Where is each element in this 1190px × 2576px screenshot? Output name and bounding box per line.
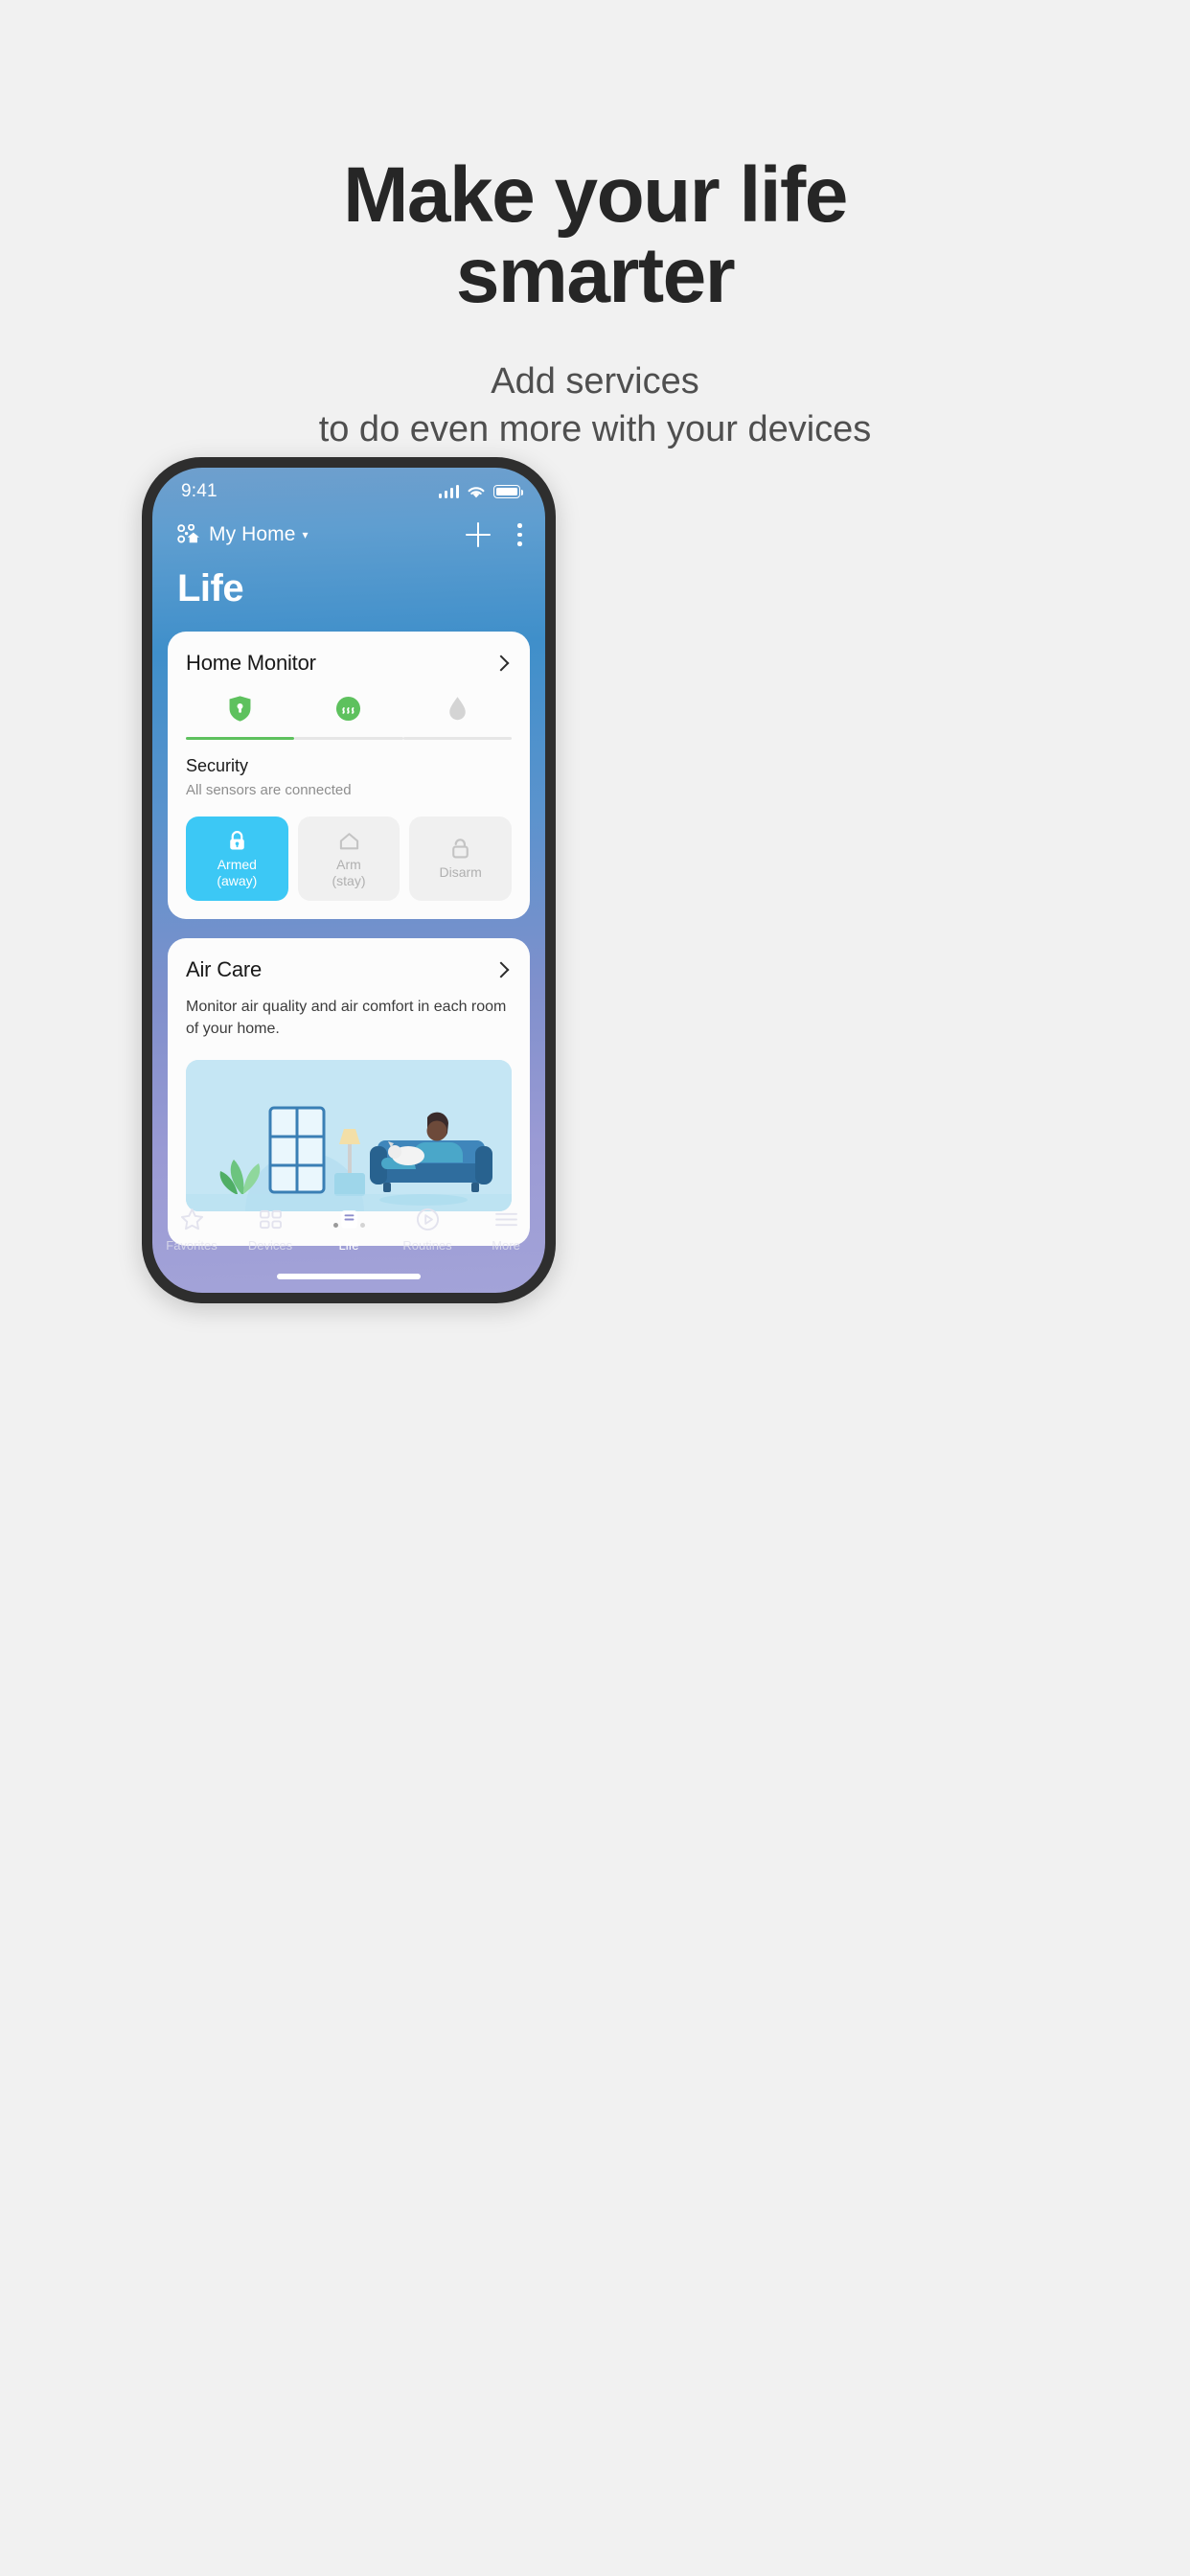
chevron-right-icon[interactable]: [492, 655, 510, 672]
promo-subtitle-line-1: Add services: [491, 361, 699, 402]
nav-label-life: Life: [338, 1238, 359, 1253]
arm-stay-button[interactable]: Arm (stay): [297, 816, 400, 901]
nav-label-routines: Routines: [402, 1238, 452, 1253]
nav-item-life[interactable]: Life: [309, 1207, 388, 1253]
life-document-icon: [338, 1207, 360, 1231]
promo-header: Make your life smarter Add services to d…: [0, 0, 1190, 454]
tab-underline-security: [186, 737, 295, 740]
home-indicator-bar: [277, 1274, 421, 1279]
green-smoke-detector-icon: [335, 693, 361, 724]
tab-underline-smoke: [294, 737, 403, 740]
green-shield-keyhole-icon: [228, 693, 252, 724]
nav-item-favorites[interactable]: Favorites: [152, 1207, 231, 1253]
promo-subtitle: Add services to do even more with your d…: [0, 357, 1190, 453]
status-bar-time: 9:41: [181, 481, 217, 501]
chevron-down-icon[interactable]: ▾: [303, 528, 309, 541]
arm-stay-label-line1: Arm: [336, 857, 361, 873]
air-care-header[interactable]: Air Care: [186, 957, 512, 982]
tab-security[interactable]: [186, 693, 295, 740]
tab-leak[interactable]: [402, 693, 512, 740]
home-name-label[interactable]: My Home: [209, 523, 296, 546]
nav-label-favorites: Favorites: [166, 1238, 217, 1253]
cards-container: Home Monitor Security All sensors are co…: [152, 610, 545, 1247]
armed-away-label-line2: (away): [217, 872, 258, 888]
nav-item-more[interactable]: More: [467, 1207, 545, 1253]
disarm-button[interactable]: Disarm: [409, 816, 513, 901]
plus-icon[interactable]: [466, 522, 491, 547]
phone-mockup: 9:41 My Home ▾ Life Home Monitor Securit…: [142, 457, 556, 1303]
nav-item-routines[interactable]: Routines: [388, 1207, 467, 1253]
air-care-description: Monitor air quality and air comfort in e…: [186, 999, 507, 1037]
armed-away-label-line1: Armed: [217, 857, 257, 873]
phone-screen: 9:41 My Home ▾ Life Home Monitor Securit…: [152, 468, 545, 1293]
chevron-right-icon[interactable]: [492, 961, 510, 978]
lock-closed-icon: [227, 829, 247, 852]
status-bar-icons: [438, 485, 523, 499]
home-monitor-title: Home Monitor: [186, 651, 316, 675]
home-outline-icon: [338, 829, 360, 852]
home-monitor-header[interactable]: Home Monitor: [186, 651, 512, 676]
arm-stay-label-line2: (stay): [332, 872, 366, 888]
nav-item-devices[interactable]: Devices: [231, 1207, 309, 1253]
battery-full-icon: [493, 485, 523, 498]
app-bar: My Home ▾: [152, 510, 545, 554]
armed-away-label: Armed (away): [217, 857, 257, 887]
signal-bars-icon: [438, 485, 459, 498]
home-monitor-tabs: [186, 693, 512, 740]
life-page-title: Life: [177, 567, 244, 610]
wifi-icon: [467, 485, 486, 499]
status-bar: 9:41: [152, 468, 545, 510]
armed-away-button[interactable]: Armed (away): [186, 816, 288, 901]
arm-stay-label: Arm (stay): [332, 857, 366, 887]
living-room-illustration: [186, 1060, 512, 1212]
three-dot-menu-icon[interactable]: [517, 523, 522, 546]
play-circle-icon: [416, 1207, 440, 1231]
security-section-name: Security: [186, 756, 249, 775]
hamburger-icon: [494, 1207, 518, 1231]
promo-title-line-2: smarter: [455, 231, 736, 319]
nav-label-devices: Devices: [247, 1238, 293, 1253]
disarm-label: Disarm: [439, 864, 482, 881]
lock-open-icon: [450, 837, 470, 860]
page-title: Make your life smarter: [0, 155, 1190, 315]
promo-subtitle-line-2: to do even more with your devices: [318, 409, 872, 450]
nav-label-more: More: [492, 1238, 520, 1253]
grid-icon: [259, 1207, 283, 1231]
home-monitor-card[interactable]: Home Monitor Security All sensors are co…: [168, 632, 530, 919]
smartthings-home-icon: [177, 523, 200, 545]
star-icon: [180, 1207, 204, 1231]
air-care-title: Air Care: [186, 957, 263, 981]
tab-underline-leak: [402, 737, 512, 740]
gray-water-drop-icon: [446, 693, 469, 724]
promo-title-line-1: Make your life: [343, 151, 848, 239]
security-mode-buttons: Armed (away) Arm (stay) Disarm: [186, 816, 513, 901]
tab-smoke[interactable]: [294, 693, 403, 740]
security-section-desc: All sensors are connected: [186, 782, 352, 798]
